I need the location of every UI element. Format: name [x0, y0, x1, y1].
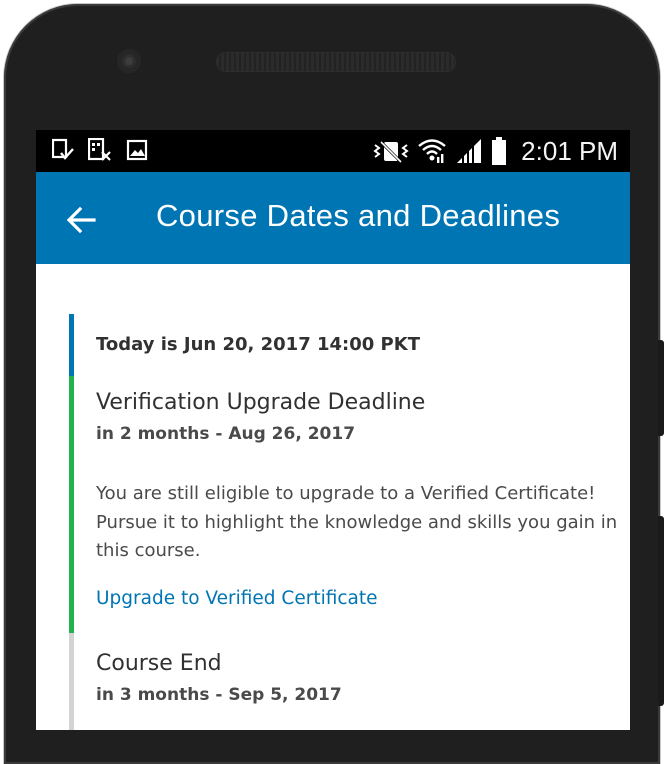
volume-button	[658, 340, 664, 436]
front-camera	[117, 49, 141, 73]
verification-deadline-item: Verification Upgrade Deadline in 2 month…	[69, 376, 630, 633]
page-title: Course Dates and Deadlines	[156, 198, 561, 233]
course-dates-list: Today is Jun 20, 2017 14:00 PKT Verifica…	[36, 264, 630, 730]
vibrate-icon	[373, 138, 409, 164]
wifi-icon	[417, 137, 447, 165]
course-end-date: in 3 months - Sep 5, 2017	[96, 685, 342, 705]
verification-deadline-title: Verification Upgrade Deadline	[96, 390, 426, 415]
upgrade-link[interactable]: Upgrade to Verified Certificate	[96, 588, 378, 609]
screen: 2:01 PM Course Dates and Deadlines Today…	[36, 130, 630, 730]
power-button	[658, 516, 664, 706]
course-end-title: Course End	[96, 651, 222, 676]
verification-deadline-description: You are still eligible to upgrade to a V…	[96, 483, 618, 561]
battery-icon	[491, 137, 507, 165]
verification-deadline-date: in 2 months - Aug 26, 2017	[96, 424, 356, 444]
earpiece-speaker	[216, 52, 456, 72]
image-icon	[126, 139, 148, 161]
course-end-item: Course End in 3 months - Sep 5, 2017	[69, 633, 630, 730]
arrow-left-icon[interactable]	[64, 202, 100, 238]
today-label: Today is Jun 20, 2017 14:00 PKT	[96, 334, 420, 355]
signal-icon	[455, 138, 483, 164]
app-bar: Course Dates and Deadlines	[36, 172, 630, 264]
status-bar: 2:01 PM	[36, 130, 630, 172]
notification-image-off-icon	[88, 138, 112, 162]
today-item: Today is Jun 20, 2017 14:00 PKT	[69, 314, 630, 376]
notification-check-icon	[52, 138, 74, 162]
status-clock: 2:01 PM	[521, 135, 618, 166]
